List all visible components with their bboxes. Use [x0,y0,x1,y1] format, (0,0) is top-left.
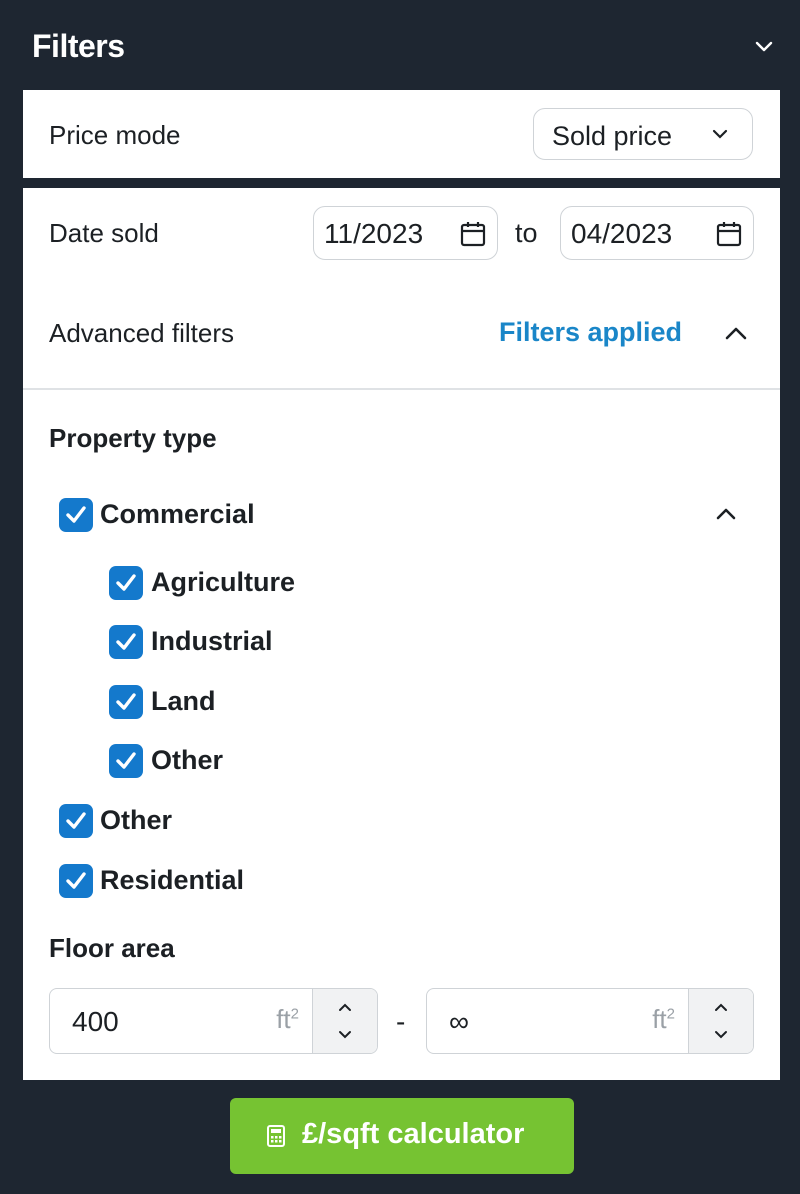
checkbox-other[interactable] [59,804,93,838]
chevron-down-icon[interactable] [337,1029,353,1041]
price-mode-value: Sold price [552,121,673,151]
sqft-calculator-button[interactable]: £/sqft calculator [230,1098,574,1174]
chevron-down-icon[interactable] [713,1029,729,1041]
checkbox-residential[interactable] [59,864,93,898]
price-mode-label: Price mode [49,120,181,150]
commercial-label[interactable]: Commercial [100,499,255,530]
floor-area-title: Floor area [49,933,175,963]
date-from-value: 11/2023 [324,218,424,249]
date-to-value: 04/2023 [571,218,673,249]
check-icon [116,752,136,769]
check-icon [116,693,136,710]
checkbox-land[interactable] [109,685,143,719]
checkbox-commercial-other[interactable] [109,744,143,778]
floor-area-min-stepper[interactable] [312,989,377,1053]
date-sold-label: Date sold [49,218,159,248]
floor-area-min-value: 400 [72,1006,119,1037]
divider [23,388,780,390]
date-from-input[interactable]: 11/2023 [313,206,498,260]
filters-title: Filters [32,28,125,64]
unit-label: ft2 [652,1004,675,1034]
filters-header[interactable]: Filters [0,0,800,90]
floor-area-max-value: ∞ [449,1006,469,1037]
floor-area-min-input[interactable]: 400 ft2 [49,988,378,1054]
floor-area-max-input[interactable]: ∞ ft2 [426,988,754,1054]
price-mode-panel: Price mode Sold price [23,90,780,178]
chevron-up-icon[interactable] [337,1001,353,1013]
calculator-icon [267,1125,285,1147]
chevron-up-icon[interactable] [713,504,739,524]
floor-area-max-stepper[interactable] [688,989,753,1053]
calendar-icon[interactable] [459,220,487,248]
chevron-up-icon[interactable] [713,1001,729,1013]
property-type-title: Property type [49,423,217,453]
date-to-input[interactable]: 04/2023 [560,206,754,260]
floor-area-separator: - [396,1006,406,1037]
check-icon [66,506,86,523]
price-mode-select[interactable]: Sold price [533,108,753,160]
checkbox-commercial[interactable] [59,498,93,532]
check-icon [66,812,86,829]
other-label[interactable]: Other [100,805,172,836]
checkbox-agriculture[interactable] [109,566,143,600]
commercial-other-label[interactable]: Other [151,745,223,776]
chevron-down-icon [712,129,728,139]
chevron-up-icon[interactable] [723,323,749,343]
unit-label: ft2 [276,1004,299,1034]
industrial-label[interactable]: Industrial [151,626,273,657]
checkbox-industrial[interactable] [109,625,143,659]
filters-panel: Date sold 11/2023 to 04/2023 Advanced fi… [23,188,780,1080]
chevron-down-icon[interactable] [754,36,774,56]
filters-applied-status[interactable]: Filters applied [499,317,682,348]
check-icon [66,872,86,889]
check-icon [116,633,136,650]
advanced-filters-label[interactable]: Advanced filters [49,318,234,349]
calculator-label: £/sqft calculator [302,1118,525,1150]
check-icon [116,574,136,591]
date-separator: to [515,218,538,248]
residential-label[interactable]: Residential [100,865,244,896]
land-label[interactable]: Land [151,686,216,717]
agriculture-label[interactable]: Agriculture [151,567,295,598]
calendar-icon[interactable] [715,220,743,248]
